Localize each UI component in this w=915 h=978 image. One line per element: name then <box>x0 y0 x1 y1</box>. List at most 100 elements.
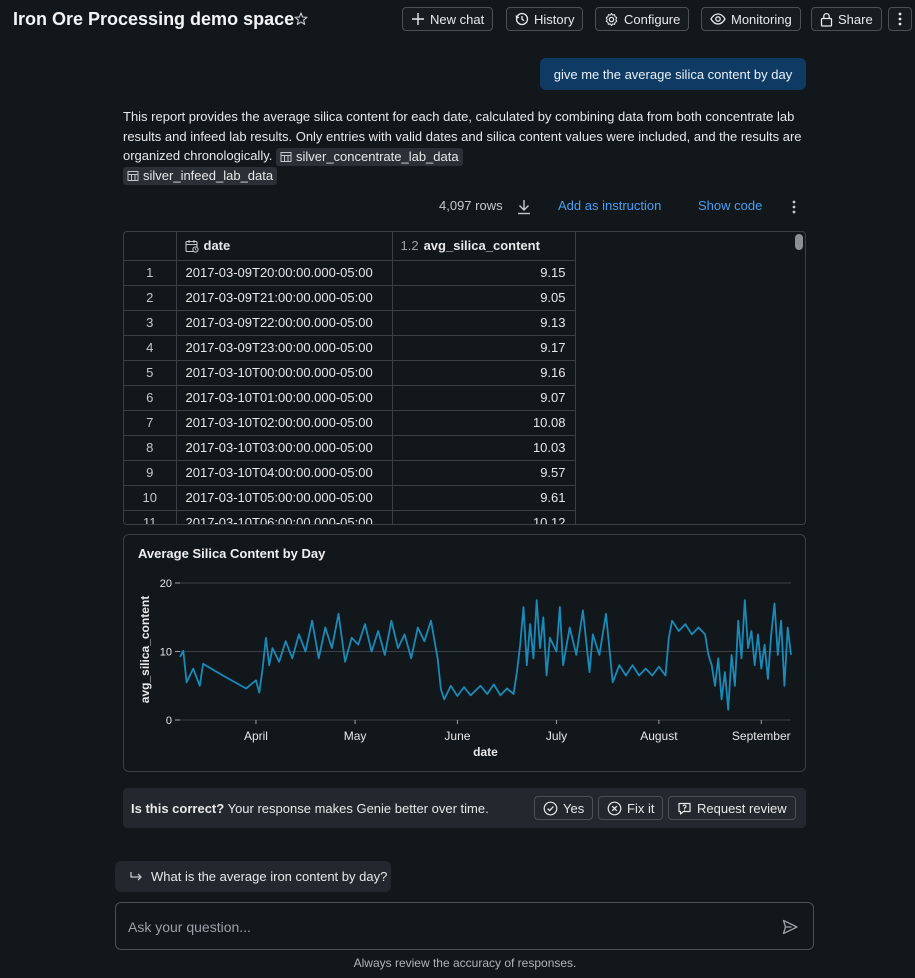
table-row[interactable]: 4 2017-03-09T23:00:00.000-05:00 9.17 <box>124 335 576 361</box>
column-label: avg_silica_content <box>423 238 540 254</box>
column-label: date <box>203 238 231 254</box>
share-label: Share <box>838 11 873 27</box>
row-index-cell: 1 <box>124 260 177 286</box>
user-message-text: give me the average silica content by da… <box>553 66 793 82</box>
question-input[interactable] <box>128 917 768 937</box>
yes-button[interactable]: Yes <box>534 796 594 820</box>
feedback-bar: Is this correct? Your response makes Gen… <box>123 788 806 828</box>
avg-silica-cell: 9.05 <box>392 285 576 311</box>
avg-silica-cell: 9.07 <box>392 385 576 411</box>
table-row[interactable]: 9 2017-03-10T04:00:00.000-05:00 9.57 <box>124 460 576 486</box>
date-cell: 2017-03-10T02:00:00.000-05:00 <box>176 410 393 436</box>
download-icon[interactable] <box>516 198 532 216</box>
monitoring-label: Monitoring <box>731 11 792 27</box>
check-circle-icon <box>543 801 558 815</box>
suggestion-text: What is the average iron content by day? <box>151 869 388 884</box>
monitoring-button[interactable]: Monitoring <box>701 7 801 31</box>
feedback-question: Is this correct? <box>131 801 225 816</box>
follow-up-suggestion[interactable]: What is the average iron content by day? <box>115 861 391 892</box>
x-tick-label: May <box>344 729 367 743</box>
avg-silica-cell: 9.61 <box>392 485 576 511</box>
show-code-link[interactable]: Show code <box>698 198 762 218</box>
row-count: 4,097 rows <box>439 198 503 213</box>
table-row[interactable]: 1 2017-03-09T20:00:00.000-05:00 9.15 <box>124 260 576 286</box>
date-cell: 2017-03-10T04:00:00.000-05:00 <box>176 460 393 486</box>
y-tick-label: 20 <box>160 578 172 590</box>
source-chip-concentrate[interactable]: silver_concentrate_lab_data <box>275 147 463 166</box>
row-index-cell: 5 <box>124 360 177 386</box>
table-row[interactable]: 3 2017-03-09T22:00:00.000-05:00 9.13 <box>124 310 576 336</box>
feedback-prompt: Is this correct? Your response makes Gen… <box>131 801 489 816</box>
row-index-cell: 6 <box>124 385 177 411</box>
more-options-button[interactable] <box>888 7 912 31</box>
table-options-button[interactable] <box>786 198 802 216</box>
table-icon <box>280 151 292 162</box>
history-button[interactable]: History <box>506 7 584 31</box>
date-cell: 2017-03-10T01:00:00.000-05:00 <box>176 385 393 411</box>
row-index-cell: 3 <box>124 310 177 336</box>
y-axis-label: avg_silica_content <box>138 596 152 703</box>
avg-silica-cell: 9.57 <box>392 460 576 486</box>
x-tick-label: April <box>244 729 268 743</box>
request-review-button[interactable]: Request review <box>668 796 796 820</box>
x-tick-label: September <box>732 729 791 743</box>
date-cell: 2017-03-09T22:00:00.000-05:00 <box>176 310 393 336</box>
table-row[interactable]: 2 2017-03-09T21:00:00.000-05:00 9.05 <box>124 285 576 311</box>
chart-card: Average Silica Content by Day 0 10 20 April… <box>123 534 806 772</box>
calendar-icon <box>184 239 199 253</box>
date-cell: 2017-03-10T03:00:00.000-05:00 <box>176 435 393 461</box>
assistant-response: This report provides the average silica … <box>123 107 803 186</box>
star-icon[interactable] <box>293 11 309 27</box>
source-chip-label: silver_infeed_lab_data <box>143 168 274 184</box>
column-header-date[interactable]: date <box>176 232 393 261</box>
new-chat-label: New chat <box>430 11 485 27</box>
send-icon[interactable] <box>781 918 799 936</box>
table-row[interactable]: 8 2017-03-10T03:00:00.000-05:00 10.03 <box>124 435 576 461</box>
plus-icon <box>412 13 424 25</box>
add-as-instruction-link[interactable]: Add as instruction <box>558 198 661 218</box>
avg-silica-cell: 9.17 <box>392 335 576 361</box>
yes-label: Yes <box>563 800 585 816</box>
table-row[interactable]: 10 2017-03-10T05:00:00.000-05:00 9.61 <box>124 485 576 511</box>
row-index-cell: 10 <box>124 485 177 511</box>
table-row[interactable]: 6 2017-03-10T01:00:00.000-05:00 9.07 <box>124 385 576 411</box>
x-circle-icon <box>607 801 622 815</box>
avg-silica-cell: 10.12 <box>392 510 576 524</box>
row-index-cell: 9 <box>124 460 177 486</box>
table-row[interactable]: 5 2017-03-10T00:00:00.000-05:00 9.16 <box>124 360 576 386</box>
y-tick-label: 10 <box>160 647 172 659</box>
eye-icon <box>710 13 726 25</box>
x-tick-label: June <box>444 729 470 743</box>
lock-icon <box>820 12 833 27</box>
column-header-avg-silica[interactable]: 1.2 avg_silica_content <box>392 232 576 261</box>
fix-it-button[interactable]: Fix it <box>598 796 664 820</box>
date-cell: 2017-03-10T06:00:00.000-05:00 <box>176 510 393 524</box>
index-header <box>124 232 177 261</box>
x-axis-label: date <box>473 745 498 759</box>
source-chip-infeed[interactable]: silver_infeed_lab_data <box>123 167 278 186</box>
table-header-row: date 1.2 avg_silica_content <box>124 232 576 261</box>
kebab-icon <box>898 12 902 26</box>
new-chat-button[interactable]: New chat <box>402 7 494 31</box>
page-title: Iron Ore Processing demo space <box>13 9 295 29</box>
date-cell: 2017-03-10T05:00:00.000-05:00 <box>176 485 393 511</box>
numeric-type-tag: 1.2 <box>400 238 419 254</box>
share-button[interactable]: Share <box>811 7 882 31</box>
table-scrollbar[interactable] <box>795 234 803 250</box>
header-bar: Iron Ore Processing demo space New chat … <box>0 0 915 40</box>
avg-silica-cell: 9.13 <box>392 310 576 336</box>
date-cell: 2017-03-09T21:00:00.000-05:00 <box>176 285 393 311</box>
source-chip-label: silver_concentrate_lab_data <box>295 148 459 164</box>
gear-icon <box>605 12 618 26</box>
comment-question-icon <box>678 802 691 815</box>
fix-it-label: Fix it <box>627 800 655 816</box>
configure-button[interactable]: Configure <box>595 7 690 31</box>
series-line <box>179 599 792 711</box>
table-row[interactable]: 11 2017-03-10T06:00:00.000-05:00 10.12 <box>124 510 576 524</box>
avg-silica-cell: 10.03 <box>392 435 576 461</box>
row-index-cell: 4 <box>124 335 177 361</box>
results-table[interactable]: date 1.2 avg_silica_content 1 2017-03-09T… <box>123 231 806 525</box>
table-row[interactable]: 7 2017-03-10T02:00:00.000-05:00 10.08 <box>124 410 576 436</box>
avg-silica-cell: 10.08 <box>392 410 576 436</box>
user-message-bubble: give me the average silica content by da… <box>540 58 806 90</box>
